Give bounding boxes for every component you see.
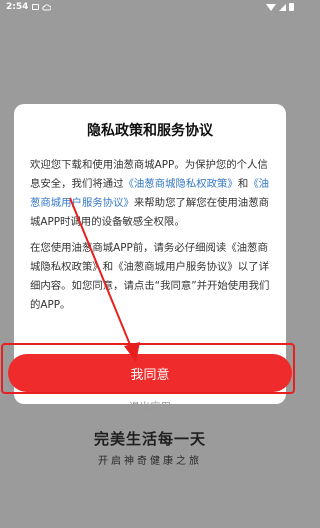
status-left-icons <box>32 3 52 11</box>
signal-icon <box>279 3 286 11</box>
exit-app-button[interactable]: 退出应用 <box>0 399 300 414</box>
paragraph-1-and: 和 <box>237 178 249 190</box>
agree-button[interactable]: 我同意 <box>8 354 292 392</box>
battery-icon <box>289 3 294 11</box>
status-time: 2:54 <box>6 2 29 12</box>
dialog-paragraph-2: 在您使用油葱商城APP前，请务必仔细阅读《油葱商城隐私权政策》和《油葱商城用户服… <box>30 242 270 311</box>
dialog-paragraph-1: 欢迎您下载和使用油葱商城APP。为保护您的个人信息安全，我们将通过《油葱商城隐私… <box>30 156 270 232</box>
status-bar: 2:54 <box>0 0 300 14</box>
status-right-icons <box>266 3 294 11</box>
notification-box-icon <box>32 4 40 10</box>
cloud-icon <box>42 3 52 10</box>
dialog-body: 欢迎您下载和使用油葱商城APP。为保护您的个人信息安全，我们将通过《油葱商城隐私… <box>30 156 270 315</box>
privacy-policy-link[interactable]: 《油葱商城隐私权政策》 <box>124 178 238 190</box>
splash-slogan: 完美生活每一天 <box>93 430 206 448</box>
splash-subtitle: 开启神奇健康之旅 <box>98 456 202 467</box>
wifi-icon <box>266 3 276 11</box>
dialog-title: 隐私政策和服务协议 <box>87 123 213 139</box>
